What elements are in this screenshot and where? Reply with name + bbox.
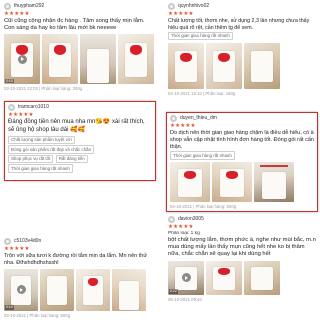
review-tag: Thời gian giao hàng rất nhanh: [8, 164, 73, 173]
review-date: 03-10-2021 | Phân loại hàng: 500g: [4, 312, 71, 318]
review-tag: Chất lượng sản phẩm tuyệt vời: [8, 135, 75, 144]
review-media: 0:10: [4, 268, 158, 311]
username[interactable]: thuypham292: [14, 3, 44, 9]
review-user: tramcaro1010: [8, 103, 152, 112]
review-text: Trộn với sữa tươi k đường rồi tắm mịn da…: [4, 253, 148, 266]
review-user: c5103v4d0n: [4, 237, 158, 246]
review-tag: Shop phục vụ rất tốt: [8, 154, 54, 163]
review-video[interactable]: 0:15: [4, 34, 40, 85]
review-tag: Rất đáng tiền: [55, 154, 88, 163]
username[interactable]: tramcaro1010: [18, 104, 49, 110]
video-duration: 0:22: [169, 289, 178, 294]
rating-stars: ★★★★★: [168, 224, 194, 230]
review-user: duyen_thieu_dm: [170, 114, 314, 123]
rating-stars: ★★★★★: [4, 11, 30, 17]
username[interactable]: c5103v4d0n: [14, 238, 41, 244]
review-photo[interactable]: [244, 260, 280, 295]
review-text: bột chất lượng lắm, thơm phức à, nghe nh…: [168, 236, 316, 258]
avatar: [170, 115, 177, 122]
review-date: 04-10-2021 | Phân loại hàng: 500g: [170, 204, 237, 210]
review-date: 05-10-2021 09:40: [168, 296, 202, 302]
review-card-highlighted: tramcaro1010 ★★★★★ Đáng đồng tiền nên mu…: [4, 101, 156, 181]
review-tag: Đóng gói sản phẩm rất đẹp và chắc chắn: [8, 145, 95, 154]
rating-stars: ★★★★★: [8, 112, 34, 118]
review-user: davion3005: [168, 215, 316, 224]
review-text: Do dịch nên thời gian giao hàng chậm là …: [170, 130, 314, 150]
review-media: [170, 162, 314, 203]
review-text: Cũi cũng cộng nhận đc hàng . Tâm song th…: [4, 18, 145, 32]
avatar: [168, 216, 175, 223]
review-photo[interactable]: [170, 162, 210, 203]
review-photo[interactable]: [212, 162, 252, 203]
review-photo[interactable]: [254, 162, 294, 203]
username[interactable]: quynhnhivo02: [178, 3, 209, 9]
review-media: 0:15: [4, 34, 154, 85]
avatar: [168, 3, 175, 10]
review-media: [168, 42, 316, 89]
review-photo[interactable]: [168, 42, 204, 89]
review-text: Đáng đồng tiền nên mua nha mn😘😍 xài rất …: [8, 119, 145, 133]
rating-stars: ★★★★★: [4, 246, 30, 252]
review-photo[interactable]: [42, 34, 78, 85]
play-icon: [17, 54, 27, 64]
review-card-highlighted: duyen_thieu_dm ★★★★★ Do dịch nên thời gi…: [166, 112, 318, 212]
review-video[interactable]: 0:10: [4, 268, 38, 311]
play-icon: [16, 285, 26, 295]
avatar: [8, 104, 15, 111]
review-tag: Thời gian giao hàng rất nhanh: [168, 31, 233, 41]
review-photo[interactable]: [118, 34, 154, 85]
rating-stars: ★★★★★: [168, 11, 194, 17]
review-photo[interactable]: [40, 268, 74, 311]
username[interactable]: duyen_thieu_dm: [180, 115, 217, 121]
review-photo[interactable]: [206, 42, 242, 89]
review-user: thuypham292: [4, 2, 154, 11]
review-card: quynhnhivo02 ★★★★★ Chất lượng tốt, thơm …: [166, 1, 318, 101]
review-card: davion3005 ★★★★★ Phân loại: 1 kg bột chấ…: [166, 214, 318, 320]
review-photo[interactable]: [80, 34, 116, 85]
review-user: quynhnhivo02: [168, 2, 316, 11]
play-icon: [181, 273, 191, 283]
rating-stars: ★★★★★: [170, 123, 196, 129]
review-photo[interactable]: [206, 260, 242, 295]
review-tag: Thời gian giao hàng rất nhanh: [170, 151, 235, 160]
video-duration: 0:15: [5, 79, 14, 84]
review-photo[interactable]: [244, 42, 280, 89]
review-photo[interactable]: [76, 268, 110, 311]
username[interactable]: davion3005: [178, 216, 204, 222]
review-date: 02-10-2021 15:10 | Phân loại: 150g: [168, 90, 236, 96]
review-video[interactable]: 0:22: [168, 260, 204, 295]
review-media: 0:22: [168, 260, 316, 295]
review-photo[interactable]: [112, 268, 146, 311]
review-date: 03-10-2021 22:03 | Phân loại hàng: 300g: [4, 86, 83, 92]
review-card: thuypham292 ★★★★★ Cũi cũng cộng nhận đc …: [2, 1, 156, 99]
review-text: Chất lượng tốt, thơm nhe, sử dụng 2,3 lầ…: [168, 18, 310, 31]
video-duration: 0:10: [5, 305, 14, 310]
avatar: [4, 238, 11, 245]
review-card: c5103v4d0n ★★★★★ Trộn với sữa tươi k đườ…: [2, 236, 160, 320]
avatar: [4, 3, 11, 10]
